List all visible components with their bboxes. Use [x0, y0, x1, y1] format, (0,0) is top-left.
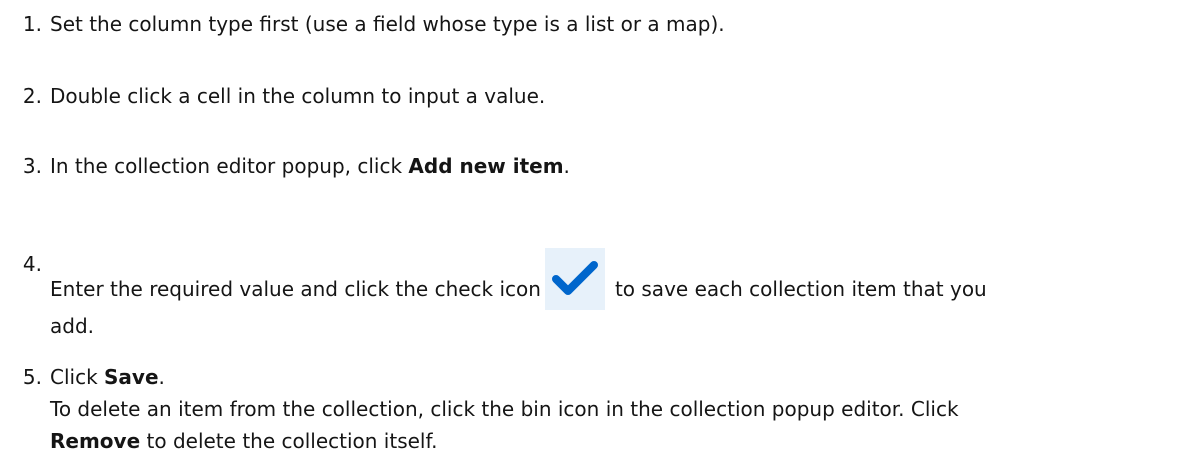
step-text-before: Click	[50, 365, 105, 389]
step-2: 2. Double click a cell in the column to …	[0, 80, 1190, 112]
step-text-after: .	[158, 365, 165, 389]
step-text-line2: add.	[50, 314, 95, 338]
ui-label-add-new-item: Add new item	[408, 154, 564, 178]
check-icon	[544, 248, 605, 310]
step-number: 3.	[22, 154, 42, 178]
step-5: 5. Click Save. To delete an item from the…	[0, 361, 1190, 457]
ui-label-remove: Remove	[50, 429, 141, 453]
step-number: 1.	[22, 12, 42, 36]
step-text: Double click a cell in the column to inp…	[50, 84, 546, 108]
step-note-line2: to delete the collection itself.	[140, 429, 438, 453]
step-1: 1. Set the column type first (use a fiel…	[0, 8, 1190, 40]
step-content: Click Save. To delete an item from the co…	[46, 361, 1190, 457]
step-number: 4.	[22, 252, 42, 276]
step-text-after: to save each collection item that you	[614, 277, 987, 301]
step-text-after: .	[563, 154, 570, 178]
step-content: In the collection editor popup, click Ad…	[46, 150, 1190, 182]
step-4: 4. Enter the required value and click th…	[0, 248, 1190, 342]
step-text: Set the column type first (use a field w…	[50, 12, 725, 36]
step-3: 3. In the collection editor popup, click…	[0, 150, 1190, 182]
check-icon-graphic	[551, 261, 598, 295]
document-page: 1. Set the column type first (use a fiel…	[0, 0, 1200, 463]
step-text-before: In the collection editor popup, click	[50, 154, 409, 178]
step-content: Enter the required value and click the c…	[46, 248, 1190, 342]
step-number: 2.	[22, 84, 42, 108]
ui-label-save: Save	[104, 365, 159, 389]
step-note-line1: To delete an item from the collection, c…	[50, 397, 959, 421]
step-text-before: Enter the required value and click the c…	[50, 277, 541, 301]
step-number: 5.	[22, 365, 42, 389]
